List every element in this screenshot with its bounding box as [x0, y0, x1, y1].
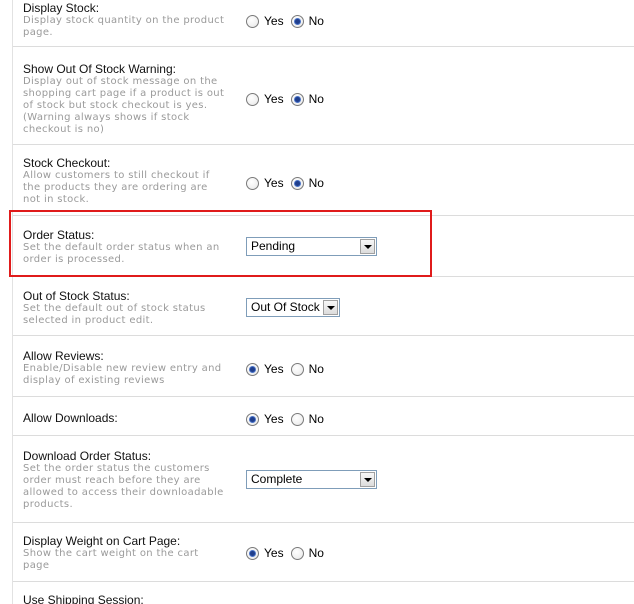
- radio-label: No: [308, 92, 324, 106]
- setting-allow-reviews: Allow Reviews: Enable/Disable new review…: [13, 336, 634, 397]
- display-weight-radio-group: Yes No: [246, 546, 331, 560]
- radio-label: Yes: [264, 14, 284, 28]
- setting-label: Allow Downloads:: [23, 411, 228, 425]
- setting-title: Download Order Status:: [23, 449, 152, 463]
- setting-title: Allow Downloads:: [23, 411, 118, 425]
- setting-description: Set the default out of stock status sele…: [23, 303, 206, 326]
- out-of-stock-status-select[interactable]: Out Of Stock: [246, 298, 340, 317]
- radio-label: No: [308, 362, 324, 376]
- setting-title: Display Stock:: [23, 1, 100, 15]
- radio-label: Yes: [264, 546, 284, 560]
- order-status-highlight-box: [9, 210, 432, 277]
- setting-title: Allow Reviews:: [23, 349, 104, 363]
- radio-label: Yes: [264, 176, 284, 190]
- out-of-stock-warning-radio-group: Yes No: [246, 92, 331, 106]
- stock-checkout-yes-radio[interactable]: [246, 176, 259, 190]
- out-of-stock-warning-no-radio[interactable]: [290, 92, 304, 106]
- select-value: Out Of Stock: [251, 300, 320, 314]
- setting-title: Show Out Of Stock Warning:: [23, 62, 176, 76]
- setting-allow-downloads: Allow Downloads: Yes No: [13, 397, 634, 436]
- setting-description: Display out of stock message on the shop…: [23, 76, 225, 135]
- setting-label: Out of Stock Status: Set the default out…: [23, 289, 228, 327]
- radio-label: No: [308, 546, 324, 560]
- setting-label: Stock Checkout: Allow customers to still…: [23, 156, 228, 206]
- display-weight-no-radio[interactable]: [290, 546, 304, 560]
- setting-label: Allow Reviews: Enable/Disable new review…: [23, 349, 228, 387]
- setting-use-shipping-session: Use Shipping Session:: [13, 582, 634, 604]
- allow-reviews-yes-radio[interactable]: [246, 362, 259, 376]
- setting-description: Show the cart weight on the cart page: [23, 548, 199, 571]
- radio-label: Yes: [264, 412, 284, 426]
- setting-stock-checkout: Stock Checkout: Allow customers to still…: [13, 145, 634, 216]
- stock-checkout-radio-group: Yes No: [246, 176, 331, 190]
- chevron-down-icon[interactable]: [360, 472, 375, 487]
- setting-title: Out of Stock Status:: [23, 289, 130, 303]
- display-stock-no-radio[interactable]: [290, 14, 304, 28]
- radio-label: No: [308, 176, 324, 190]
- setting-label: Download Order Status: Set the order sta…: [23, 449, 228, 511]
- radio-label: No: [308, 14, 324, 28]
- radio-label: Yes: [264, 92, 284, 106]
- setting-download-order-status: Download Order Status: Set the order sta…: [13, 436, 634, 523]
- setting-label: Display Stock: Display stock quantity on…: [23, 1, 228, 39]
- setting-display-weight: Display Weight on Cart Page: Show the ca…: [13, 523, 634, 582]
- allow-downloads-radio-group: Yes No: [246, 412, 331, 426]
- out-of-stock-warning-yes-radio[interactable]: [246, 92, 259, 106]
- setting-label: Show Out Of Stock Warning: Display out o…: [23, 62, 228, 136]
- chevron-down-icon[interactable]: [323, 300, 338, 315]
- stock-checkout-no-radio[interactable]: [290, 176, 304, 190]
- setting-title: Use Shipping Session:: [23, 593, 144, 604]
- setting-description: Enable/Disable new review entry and disp…: [23, 363, 222, 386]
- setting-display-stock: Display Stock: Display stock quantity on…: [13, 0, 634, 47]
- setting-label: Use Shipping Session:: [23, 593, 228, 604]
- setting-description: Set the order status the customers order…: [23, 463, 224, 510]
- radio-label: Yes: [264, 362, 284, 376]
- display-stock-yes-radio[interactable]: [246, 14, 259, 28]
- display-stock-radio-group: Yes No: [246, 14, 331, 28]
- allow-reviews-no-radio[interactable]: [290, 362, 304, 376]
- setting-description: Allow customers to still checkout if the…: [23, 170, 210, 205]
- display-weight-yes-radio[interactable]: [246, 546, 259, 560]
- setting-label: Display Weight on Cart Page: Show the ca…: [23, 534, 228, 572]
- setting-title: Stock Checkout:: [23, 156, 111, 170]
- setting-out-of-stock-warning: Show Out Of Stock Warning: Display out o…: [13, 47, 634, 145]
- select-value: Complete: [251, 472, 303, 486]
- download-order-status-select[interactable]: Complete: [246, 470, 377, 489]
- allow-downloads-no-radio[interactable]: [290, 412, 304, 426]
- setting-title: Display Weight on Cart Page:: [23, 534, 181, 548]
- allow-downloads-yes-radio[interactable]: [246, 412, 259, 426]
- setting-description: Display stock quantity on the product pa…: [23, 15, 225, 38]
- radio-label: No: [308, 412, 324, 426]
- setting-out-of-stock-status: Out of Stock Status: Set the default out…: [13, 277, 634, 336]
- allow-reviews-radio-group: Yes No: [246, 362, 331, 376]
